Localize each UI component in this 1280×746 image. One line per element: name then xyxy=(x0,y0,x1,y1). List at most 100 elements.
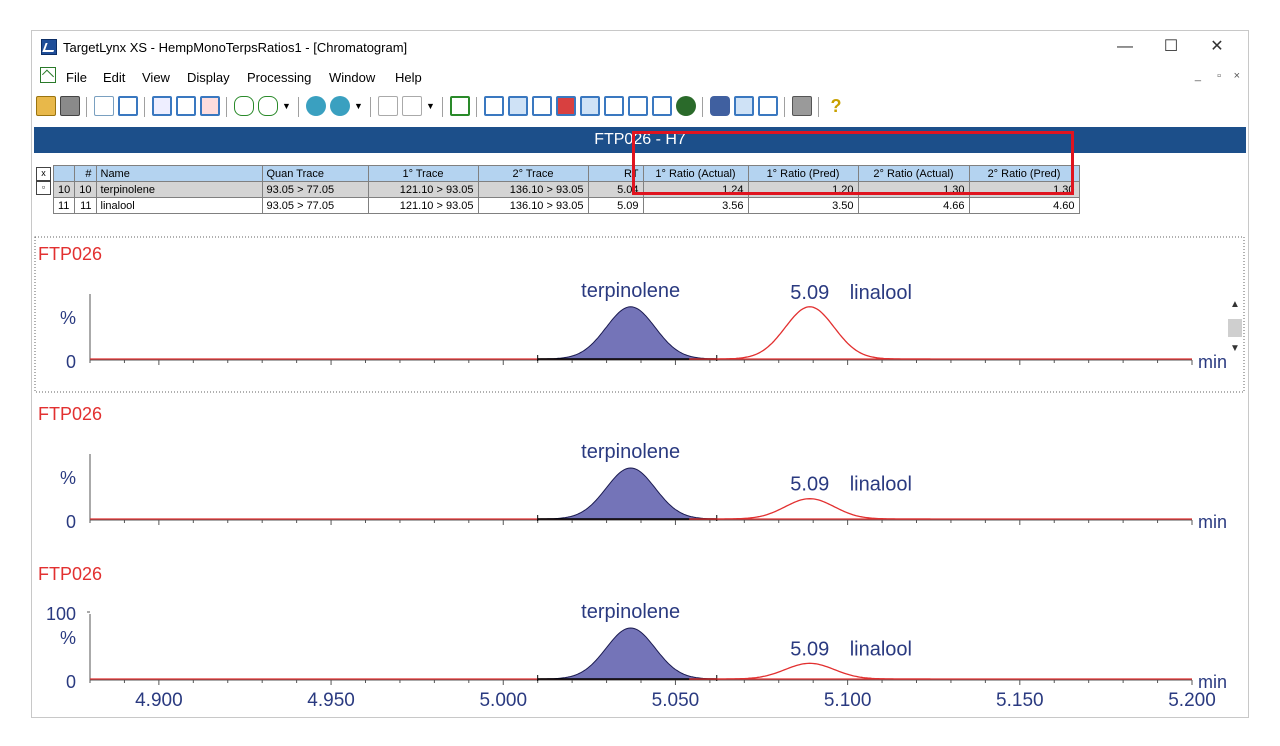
integrate-icon[interactable] xyxy=(94,96,114,116)
save-icon[interactable] xyxy=(60,96,80,116)
panel-title: FTP026 xyxy=(38,244,102,264)
table-row[interactable]: 11 11 linalool 93.05 > 77.05 121.10 > 93… xyxy=(52,197,1080,214)
peak-detect-icon[interactable] xyxy=(118,96,138,116)
peak-label-linalool: linalool xyxy=(850,638,912,660)
next-sample-icon[interactable] xyxy=(258,96,278,116)
peak-terpinolene[interactable] xyxy=(537,627,718,680)
restore-grid-button[interactable]: ▫ xyxy=(36,181,51,195)
menu-processing[interactable]: Processing xyxy=(247,70,311,85)
trace2: 136.10 > 93.05 xyxy=(477,181,589,198)
col-header-num[interactable]: # xyxy=(74,165,97,182)
peak-label-linalool: linalool xyxy=(850,474,912,496)
x-tick-label: 5.050 xyxy=(652,690,700,711)
menu-edit[interactable]: Edit xyxy=(103,70,125,85)
minimize-button[interactable]: — xyxy=(1102,35,1148,59)
title-bar[interactable]: TargetLynx XS - HempMonoTerpsRatios1 - [… xyxy=(32,31,1248,63)
first-sample-icon[interactable] xyxy=(234,96,254,116)
compound-name: linalool xyxy=(95,197,263,214)
chromatogram-icon[interactable] xyxy=(508,96,528,116)
x-tick-label: 5.100 xyxy=(824,690,872,711)
zoom-fit-icon[interactable] xyxy=(450,96,470,116)
prev-compound-icon[interactable] xyxy=(306,96,326,116)
menu-window[interactable]: Window xyxy=(329,70,375,85)
peak-terpinolene[interactable] xyxy=(537,467,718,520)
color-chart-icon[interactable] xyxy=(556,96,576,116)
first-peak-icon[interactable] xyxy=(378,96,398,116)
menu-help[interactable]: Help xyxy=(395,70,422,85)
mdi-close-button[interactable]: × xyxy=(1234,70,1240,82)
open-icon[interactable] xyxy=(36,96,56,116)
x-tick-label: 4.950 xyxy=(307,690,355,711)
table-icon[interactable] xyxy=(580,96,600,116)
report-icon[interactable] xyxy=(152,96,172,116)
ratio2-actual: 4.66 xyxy=(857,197,970,214)
peak-rt-label: 5.09 xyxy=(790,474,829,496)
next-compound-icon[interactable] xyxy=(330,96,350,116)
peak-label-linalool: linalool xyxy=(850,282,912,304)
trace1: 121.10 > 93.05 xyxy=(367,181,479,198)
vertical-split-icon[interactable] xyxy=(758,96,778,116)
ratio1-pred: 3.50 xyxy=(747,197,859,214)
menu-file[interactable]: File xyxy=(66,70,87,85)
peak-rt-label: 5.09 xyxy=(790,282,829,304)
quan-trace: 93.05 > 77.05 xyxy=(261,197,369,214)
mdi-restore-button[interactable]: ▫ xyxy=(1217,70,1221,82)
calibration-icon[interactable] xyxy=(628,96,648,116)
maximize-button[interactable]: ☐ xyxy=(1148,35,1194,59)
ratio1-actual: 3.56 xyxy=(642,197,749,214)
eraser-icon[interactable] xyxy=(710,96,730,116)
bar-chart-icon[interactable] xyxy=(532,96,552,116)
x-tick-label: 4.900 xyxy=(135,690,183,711)
col-header-quan-trace[interactable]: Quan Trace xyxy=(261,165,369,182)
peak-rt-label: 5.09 xyxy=(790,638,829,660)
x-tick-label: 5.150 xyxy=(996,690,1044,711)
x-tick-label: 5.000 xyxy=(479,690,527,711)
mdi-minimize-button[interactable]: _ xyxy=(1195,70,1201,82)
peak-label-terpinolene: terpinolene xyxy=(581,280,680,302)
horizontal-split-icon[interactable] xyxy=(734,96,754,116)
toolbar: ▼ ▼ ▼ ? xyxy=(32,89,1248,121)
compound-name: terpinolene xyxy=(95,181,263,198)
retention-time: 5.09 xyxy=(587,197,644,214)
compound-number: 11 xyxy=(74,197,97,214)
chromatogram-doc-icon[interactable] xyxy=(40,67,56,83)
quan-trace: 93.05 > 77.05 xyxy=(261,181,369,198)
col-header-name[interactable]: Name xyxy=(95,165,263,182)
trace1: 121.10 > 93.05 xyxy=(367,197,479,214)
x-tick-label: 5.200 xyxy=(1168,690,1216,711)
window-title: TargetLynx XS - HempMonoTerpsRatios1 - [… xyxy=(63,40,408,55)
chromatogram-plot[interactable]: FTP026% 0 min terpinolene 5.09 linalool FTP026… xyxy=(32,236,1248,720)
y-axis-label: % xyxy=(60,468,76,488)
dropdown-icon[interactable]: ▼ xyxy=(354,96,366,116)
dropdown-icon[interactable]: ▼ xyxy=(426,96,438,116)
sum-icon[interactable] xyxy=(604,96,624,116)
printer-icon[interactable] xyxy=(792,96,812,116)
y-tick-label: 100 xyxy=(46,604,76,624)
panel-title: FTP026 xyxy=(38,404,102,424)
help-icon[interactable]: ? xyxy=(826,96,846,116)
print-preview-icon[interactable] xyxy=(200,96,220,116)
dropdown-icon[interactable]: ▼ xyxy=(282,96,294,116)
close-button[interactable]: ✕ xyxy=(1194,35,1240,59)
row-index-header xyxy=(52,165,76,182)
x-axis-unit: min xyxy=(1198,672,1227,692)
menu-view[interactable]: View xyxy=(142,70,170,85)
peak-linalool[interactable] xyxy=(689,662,931,680)
last-peak-icon[interactable] xyxy=(402,96,422,116)
col-header-trace2[interactable]: 2° Trace xyxy=(477,165,589,182)
chromatogram-panels: FTP026% 0 min terpinolene 5.09 linalool FTP026… xyxy=(32,236,1248,720)
y-tick-label: 0 xyxy=(66,352,76,372)
row-index: 11 xyxy=(52,197,76,214)
peak-terpinolene[interactable] xyxy=(537,306,718,360)
book-icon[interactable] xyxy=(652,96,672,116)
globe-icon[interactable] xyxy=(676,96,696,116)
collapse-grid-button[interactable]: x xyxy=(36,167,51,181)
peak-linalool[interactable] xyxy=(689,306,931,360)
y-tick-label: 0 xyxy=(66,672,76,692)
peak-linalool[interactable] xyxy=(689,498,931,520)
menu-display[interactable]: Display xyxy=(187,70,230,85)
row-header-controls: x ▫ xyxy=(34,165,53,225)
col-header-trace1[interactable]: 1° Trace xyxy=(367,165,479,182)
display-icon[interactable] xyxy=(176,96,196,116)
spectrum-icon[interactable] xyxy=(484,96,504,116)
